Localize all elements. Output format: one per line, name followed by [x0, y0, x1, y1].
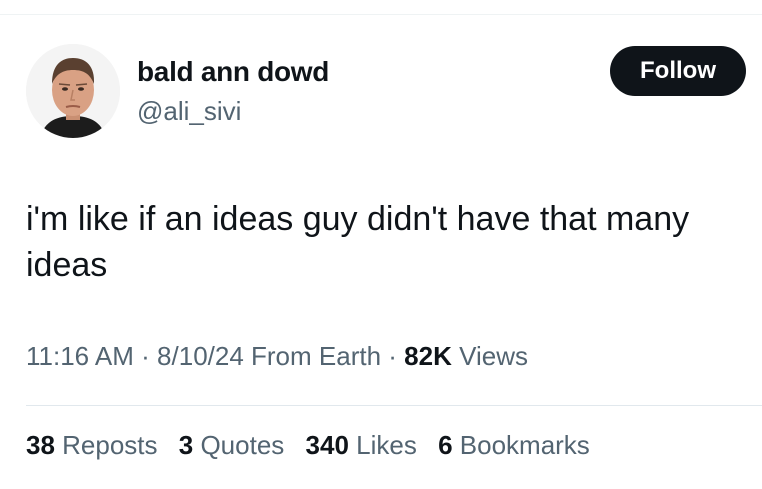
reposts-count: 38	[26, 430, 55, 460]
tweet-time[interactable]: 11:16 AM	[26, 341, 134, 371]
meta-separator: ·	[133, 341, 158, 371]
quotes-stat[interactable]: 3 Quotes	[179, 430, 285, 460]
likes-count: 340	[305, 430, 349, 460]
quotes-label: Quotes	[193, 430, 285, 460]
author-handle[interactable]: @ali_sivi	[137, 96, 241, 127]
quotes-count: 3	[178, 430, 194, 460]
bookmarks-count: 6	[438, 430, 453, 460]
views-label: Views	[451, 341, 528, 371]
person-avatar-icon	[26, 44, 120, 138]
bookmarks-label: Bookmarks	[452, 430, 590, 460]
likes-label: Likes	[348, 430, 417, 460]
avatar[interactable]	[26, 44, 120, 138]
follow-button[interactable]: Follow	[610, 46, 746, 96]
engagement-stats: 38 Reposts 3 Quotes 340 Likes 6 Bookmark…	[26, 430, 604, 461]
tweet-date[interactable]: 8/10/24	[157, 341, 244, 371]
tweet-meta: 11:16 AM · 8/10/24 From Earth · 82K View…	[26, 341, 528, 372]
meta-separator: ·	[381, 341, 405, 371]
tweet-source: From Earth	[243, 341, 382, 371]
likes-stat[interactable]: 340 Likes	[306, 430, 417, 460]
reposts-stat[interactable]: 38 Reposts	[26, 430, 158, 460]
author-display-name[interactable]: bald ann dowd	[137, 56, 329, 88]
bookmarks-stat[interactable]: 6 Bookmarks	[438, 430, 590, 460]
views-count: 82K	[404, 341, 452, 371]
top-divider	[0, 14, 762, 15]
reposts-label: Reposts	[54, 430, 158, 460]
tweet-text: i'm like if an ideas guy didn't have tha…	[26, 200, 690, 284]
stats-divider	[26, 405, 762, 406]
